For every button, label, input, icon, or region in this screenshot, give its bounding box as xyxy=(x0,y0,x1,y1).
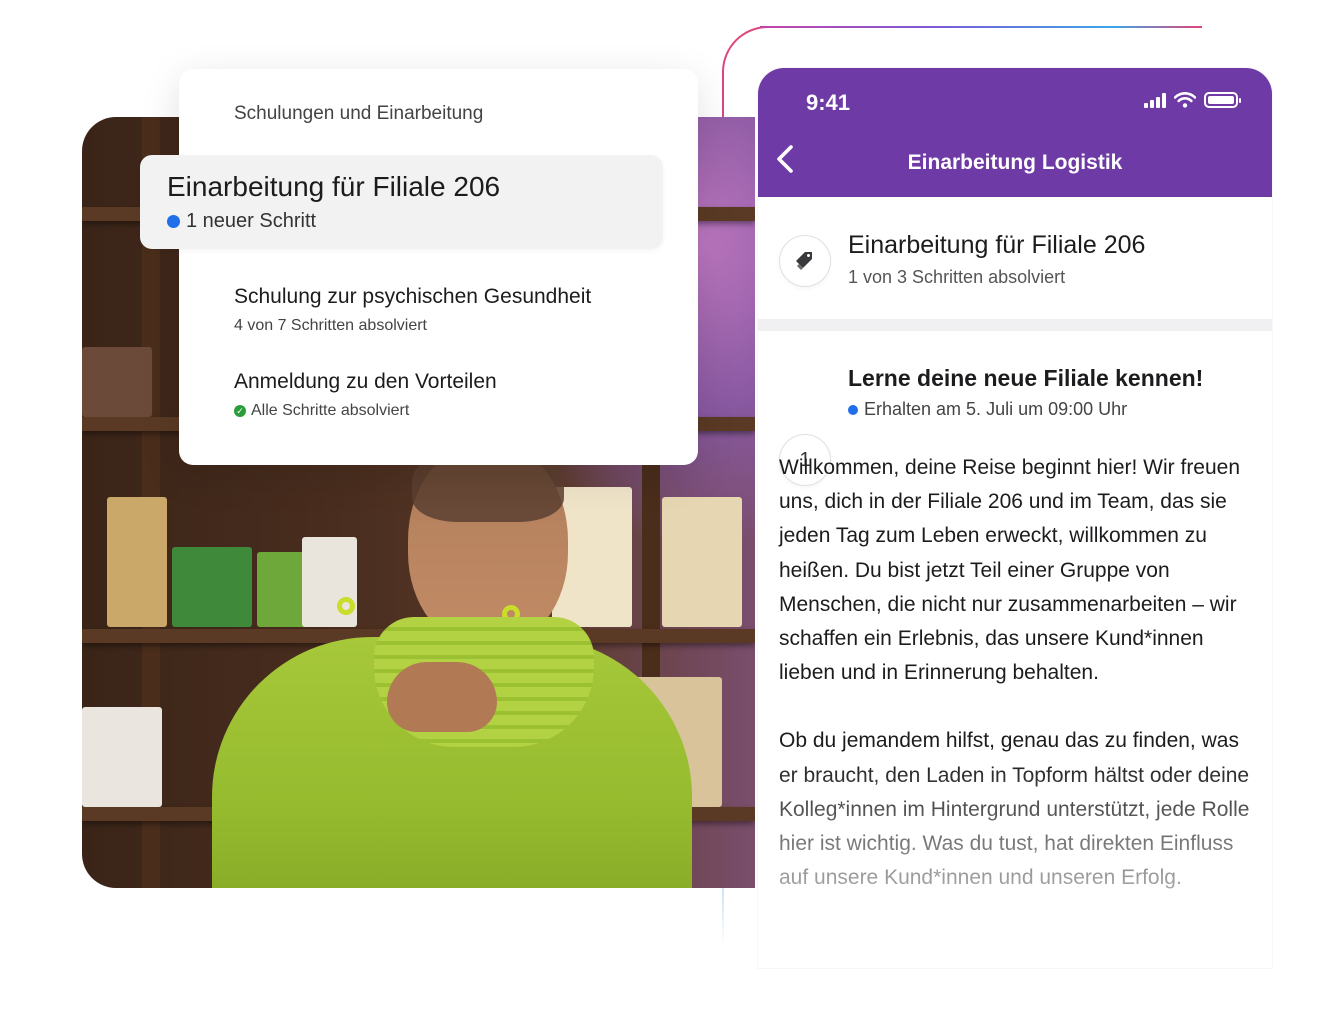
step-body: Willkommen, deine Reise beginnt hier! Wi… xyxy=(779,451,1259,895)
course-title: Schulung zur psychischen Gesundheit xyxy=(234,285,592,308)
status-icons xyxy=(1144,92,1241,108)
course-status-text: 4 von 7 Schritten absolviert xyxy=(234,317,427,334)
status-time: 9:41 xyxy=(806,90,851,115)
course-list-card: Schulungen und Einarbeitung Schulung zur… xyxy=(179,69,698,465)
decorative-frame-line-top xyxy=(760,26,1200,28)
step-card: 1 Lerne deine neue Filiale kennen! Erhal… xyxy=(758,331,1272,968)
signal-icon xyxy=(1144,92,1166,108)
course-summary: Einarbeitung für Filiale 206 1 von 3 Sch… xyxy=(758,197,1272,319)
product-box xyxy=(107,497,167,627)
product-box xyxy=(82,707,162,807)
tag-icon xyxy=(779,235,831,287)
course-title: Anmeldung zu den Vorteilen xyxy=(234,370,497,393)
course-item-benefits[interactable]: Anmeldung zu den Vorteilen ✓ Alle Schrit… xyxy=(234,370,497,420)
summary-progress: 1 von 3 Schritten absolviert xyxy=(848,267,1066,287)
header-title: Einarbeitung Logistik xyxy=(907,151,1123,174)
phone-screen: 9:41 Einarbeitung Logistik Einarbeitung … xyxy=(758,68,1272,968)
step-received-text: Erhalten am 5. Juli um 09:00 Uhr xyxy=(864,399,1128,419)
section-divider xyxy=(758,319,1272,331)
battery-icon xyxy=(1204,92,1241,108)
course-status: ✓ Alle Schritte absolviert xyxy=(234,402,497,420)
course-status-text: 1 neuer Schritt xyxy=(186,210,317,232)
course-item-mental-health[interactable]: Schulung zur psychischen Gesundheit 4 vo… xyxy=(234,285,591,335)
step-title: Lerne deine neue Filiale kennen! xyxy=(848,365,1204,391)
app-header: 9:41 Einarbeitung Logistik xyxy=(758,68,1272,197)
course-status: 1 neuer Schritt xyxy=(167,210,316,233)
new-indicator-dot-icon xyxy=(167,215,180,228)
course-status: 4 von 7 Schritten absolviert xyxy=(234,317,591,335)
product-box xyxy=(662,497,742,627)
product-box xyxy=(257,552,307,627)
new-indicator-dot-icon xyxy=(848,404,858,415)
check-circle-icon: ✓ xyxy=(234,405,246,417)
course-item-selected[interactable]: Einarbeitung für Filiale 206 1 neuer Sch… xyxy=(140,155,663,249)
summary-title: Einarbeitung für Filiale 206 xyxy=(848,231,1146,259)
earring xyxy=(337,597,355,615)
step-received: Erhalten am 5. Juli um 09:00 Uhr xyxy=(848,399,1127,420)
course-title: Einarbeitung für Filiale 206 xyxy=(167,171,501,202)
step-paragraph: Willkommen, deine Reise beginnt hier! Wi… xyxy=(779,456,1241,685)
card-header: Schulungen und Einarbeitung xyxy=(234,103,484,124)
person-hand xyxy=(387,662,497,732)
product-box xyxy=(82,347,152,417)
course-status-text: Alle Schritte absolviert xyxy=(251,402,410,419)
step-paragraph: Ob du jemandem hilfst, genau das zu find… xyxy=(779,729,1250,890)
wifi-icon xyxy=(1174,92,1196,108)
product-box xyxy=(172,547,252,627)
